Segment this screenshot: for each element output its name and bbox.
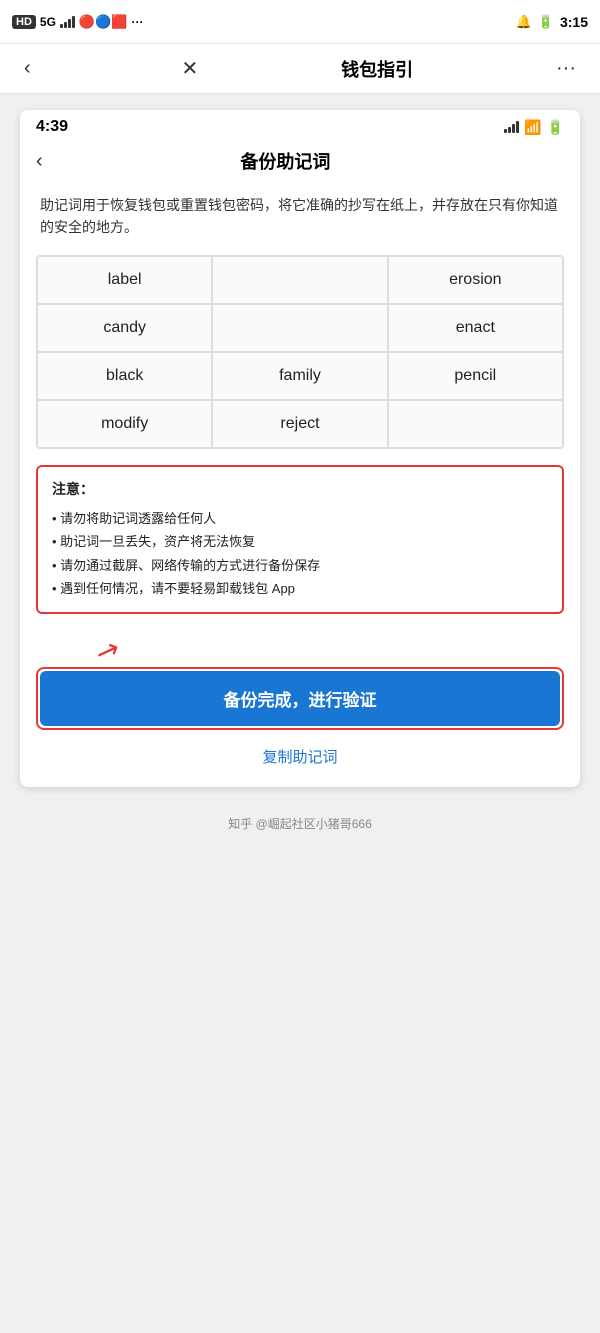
outer-close-button[interactable]: ✕ [174, 52, 207, 85]
mnemonic-cell-7: black [37, 352, 212, 400]
signal-text: 5G [40, 15, 56, 29]
more-dots: ··· [131, 15, 143, 29]
mnemonic-cell-5 [212, 304, 387, 352]
mnemonic-cell-9: pencil [388, 352, 563, 400]
outer-status-left: HD 5G 🔴🔵🟥 ··· [12, 14, 143, 30]
outer-status-right: 🔔 🔋 3:15 [516, 14, 588, 30]
inner-nav-bar: ‹ 备份助记词 [20, 140, 580, 186]
inner-back-button[interactable]: ‹ [36, 150, 43, 173]
outer-nav-bar: ‹ ✕ 钱包指引 ··· [0, 44, 600, 94]
warning-item-4: • 遇到任何情况，请不要轻易卸载钱包 App [52, 577, 548, 600]
verify-button[interactable]: 备份完成，进行验证 [40, 671, 560, 726]
inner-nav-title: 备份助记词 [51, 148, 520, 174]
phone-screen: 4:39 📶 🔋 ‹ 备份助记词 助记词用于恢复钱包或重置钱包密码，将它准确的抄… [20, 110, 580, 787]
battery-icon: 🔋 [538, 14, 554, 30]
inner-signal-icon [504, 121, 519, 133]
outer-time: 3:15 [560, 14, 588, 30]
outer-status-bar: HD 5G 🔴🔵🟥 ··· 🔔 🔋 3:15 [0, 0, 600, 44]
mnemonic-grid-container: label erosion candy enact black family p… [36, 255, 564, 449]
outer-nav-title: 钱包指引 [341, 56, 413, 82]
warning-item-1: • 请勿将助记词透露给任何人 [52, 507, 548, 530]
description-text: 助记词用于恢复钱包或重置钱包密码，将它准确的抄写在纸上，并存放在只有你知道的安全… [20, 186, 580, 255]
mnemonic-grid: label erosion candy enact black family p… [37, 256, 563, 448]
wifi-icon: 📶 [524, 119, 541, 136]
mnemonic-cell-2 [212, 256, 387, 304]
red-arrow-icon: ↗ [91, 631, 124, 670]
inner-battery-icon: 🔋 [547, 119, 564, 136]
outer-back-button[interactable]: ‹ [16, 53, 39, 84]
inner-status-bar: 4:39 📶 🔋 [20, 110, 580, 140]
warning-box: 注意： • 请勿将助记词透露给任何人 • 助记词一旦丢失，资产将无法恢复 • 请… [36, 465, 564, 615]
warning-item-2: • 助记词一旦丢失，资产将无法恢复 [52, 530, 548, 553]
mnemonic-cell-6: enact [388, 304, 563, 352]
mnemonic-cell-3: erosion [388, 256, 563, 304]
inner-status-icons: 📶 🔋 [504, 119, 564, 136]
warning-item-3: • 请勿通过截屏、网络传输的方式进行备份保存 [52, 554, 548, 577]
hd-badge: HD [12, 15, 36, 29]
signal-icon [60, 16, 75, 28]
mnemonic-cell-1: label [37, 256, 212, 304]
bottom-watermark: 知乎 @崛起社区小猪哥666 [0, 803, 600, 840]
mnemonic-cell-11: reject [212, 400, 387, 448]
copy-link[interactable]: 复制助记词 [20, 738, 580, 787]
mnemonic-cell-8: family [212, 352, 387, 400]
mnemonic-cell-4: candy [37, 304, 212, 352]
verify-button-wrapper: 备份完成，进行验证 [36, 667, 564, 730]
bell-icon: 🔔 [516, 14, 532, 30]
mnemonic-cell-12 [388, 400, 563, 448]
inner-time: 4:39 [36, 118, 68, 136]
verify-btn-container: ↗ 备份完成，进行验证 [36, 630, 564, 730]
arrow-annotation: ↗ [36, 630, 564, 667]
warning-title: 注意： [52, 479, 548, 499]
outer-more-button[interactable]: ··· [548, 53, 584, 84]
mnemonic-cell-10: modify [37, 400, 212, 448]
app-icons: 🔴🔵🟥 [79, 14, 128, 30]
